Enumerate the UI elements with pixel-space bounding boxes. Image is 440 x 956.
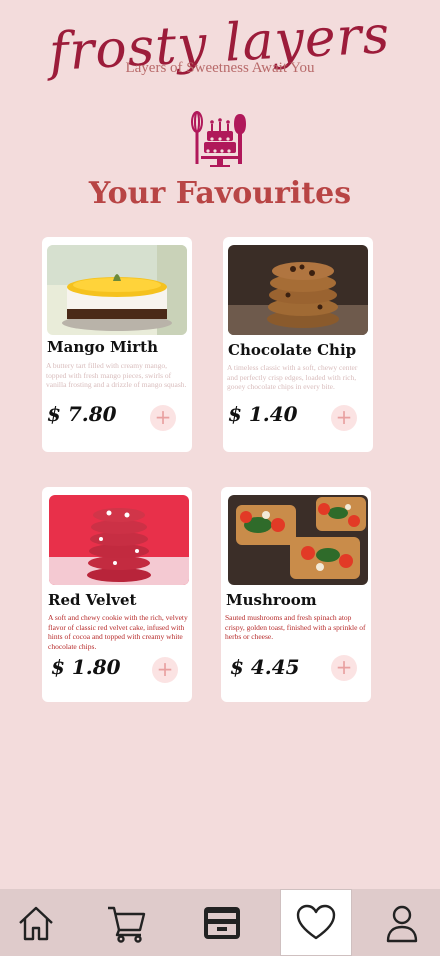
product-card-mango-mirth[interactable]: Mango Mirth A buttery tart filled with c… — [42, 237, 192, 452]
product-description: A timeless classic with a soft, chewy ce… — [227, 363, 358, 391]
product-price: $ 1.80 — [51, 655, 121, 679]
product-description: A soft and chewy cookie with the rich, v… — [48, 613, 188, 651]
red-velvet-cookie-image — [49, 495, 189, 585]
nav-orders[interactable] — [186, 889, 258, 956]
nav-cart[interactable] — [91, 889, 163, 956]
nav-home[interactable] — [0, 889, 72, 956]
page-title: Your Favourites — [88, 176, 352, 211]
brand-tagline: Layers of Sweetness Await You — [125, 60, 315, 76]
cart-icon — [108, 906, 146, 943]
product-price: $ 7.80 — [47, 402, 117, 426]
mushroom-toast-image — [228, 495, 368, 585]
product-card-mushroom[interactable]: Mushroom Sauted mushrooms and fresh spin… — [221, 487, 371, 702]
user-icon — [386, 905, 418, 942]
orders-box-icon — [204, 906, 240, 939]
product-price: $ 4.45 — [230, 655, 300, 679]
product-name: Chocolate Chip — [228, 341, 357, 359]
add-to-cart-button[interactable]: + — [150, 405, 176, 431]
product-card-red-velvet[interactable]: Red Velvet A soft and chewy cookie with … — [42, 487, 192, 702]
mango-cake-image — [47, 245, 187, 335]
nav-favourites[interactable] — [280, 889, 352, 956]
product-name: Red Velvet — [48, 591, 137, 609]
product-price: $ 1.40 — [228, 402, 298, 426]
product-description: A buttery tart filled with creamy mango,… — [46, 361, 187, 389]
product-card-chocolate-chip[interactable]: Chocolate Chip A timeless classic with a… — [223, 237, 373, 452]
bottom-navigation — [0, 889, 440, 956]
nav-profile[interactable] — [366, 889, 438, 956]
add-to-cart-button[interactable]: + — [331, 405, 357, 431]
add-to-cart-button[interactable]: + — [152, 657, 178, 683]
whisk-cake-spatula-icon — [191, 111, 246, 167]
add-to-cart-button[interactable]: + — [331, 655, 357, 681]
product-name: Mango Mirth — [47, 338, 158, 356]
heart-icon — [296, 904, 336, 939]
chocolate-chip-cookie-image — [228, 245, 368, 335]
product-name: Mushroom — [226, 591, 317, 609]
product-description: Sauted mushrooms and fresh spinach atop … — [225, 613, 366, 641]
home-icon — [19, 906, 53, 940]
